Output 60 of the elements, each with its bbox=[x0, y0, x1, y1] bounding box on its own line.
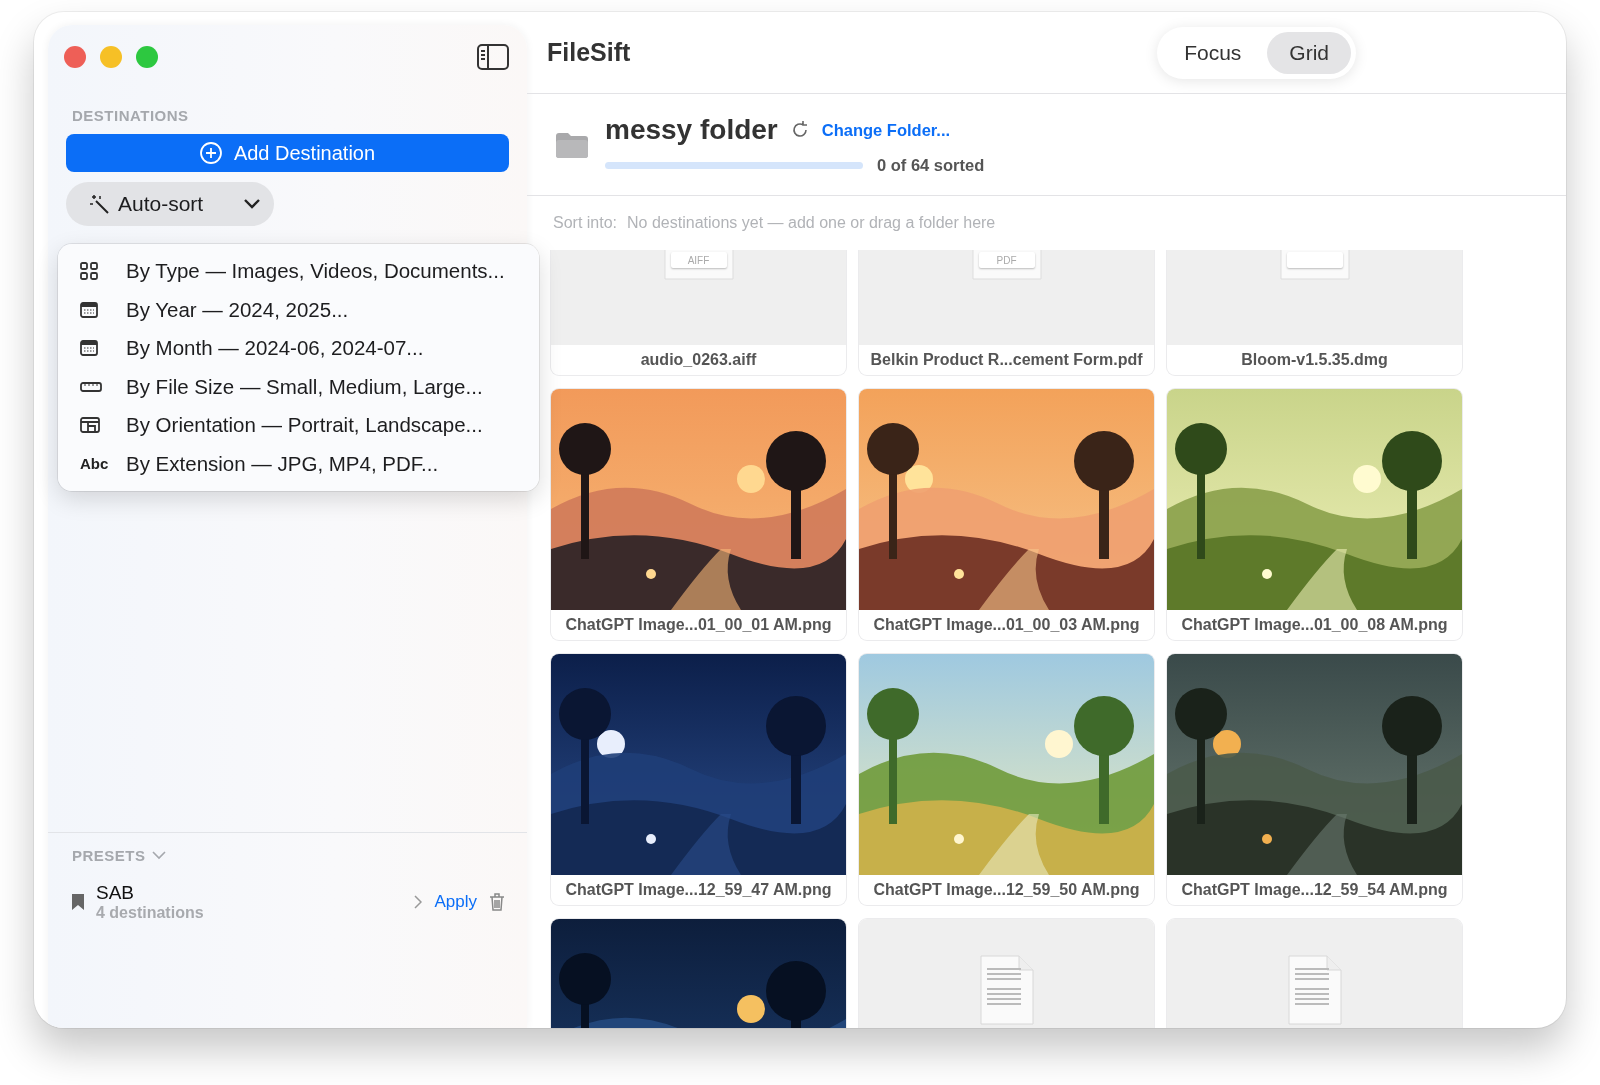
file-name: ChatGPT Image...12_59_47 AM.png bbox=[564, 880, 833, 900]
add-destination-button[interactable]: Add Destination bbox=[66, 134, 509, 172]
file-card[interactable]: ChatGPT Image...12_59_50 AM.png bbox=[859, 654, 1154, 905]
file-name: Belkin Product R...cement Form.pdf bbox=[869, 350, 1144, 370]
grid-icon bbox=[80, 262, 98, 281]
calendar-icon bbox=[80, 301, 98, 318]
menu-item[interactable]: By Type — Images, Videos, Documents... bbox=[58, 252, 539, 291]
file-name: ChatGPT Image...01_00_08 AM.png bbox=[1180, 615, 1449, 635]
file-type-badge bbox=[1286, 252, 1343, 268]
file-name: ChatGPT Image...12_59_50 AM.png bbox=[872, 880, 1141, 900]
preset-detail: 4 destinations bbox=[96, 904, 205, 922]
file-card[interactable]: ChatGPT Image...12_59_54 AM.png bbox=[1167, 654, 1462, 905]
file-card[interactable]: ChatGPT Image...12_59_47 AM.png bbox=[551, 654, 846, 905]
plus-circle-icon bbox=[199, 142, 222, 164]
magic-wand-icon bbox=[88, 193, 110, 215]
chevron-icon bbox=[244, 199, 260, 209]
file-card[interactable]: ChatGPT Image...01_00_08 AM.png bbox=[1167, 389, 1462, 640]
menu-glyph: Abc bbox=[80, 455, 109, 473]
menu-item[interactable]: By Orientation — Portrait, Landscape... bbox=[58, 406, 539, 445]
section-title: PRESETS bbox=[72, 847, 146, 864]
file-card[interactable]: ChatGPT Image...01_00_03 AM.png bbox=[859, 389, 1154, 640]
file-name: audio_0263.aiff bbox=[639, 350, 758, 370]
file-type-badge: PDF bbox=[978, 252, 1035, 268]
zoom-icon[interactable] bbox=[136, 46, 158, 68]
menu-item[interactable]: By File Size — Small, Medium, Large... bbox=[58, 367, 539, 406]
change-folder-link[interactable]: Change Folder... bbox=[821, 120, 951, 140]
app-title: FileSift bbox=[547, 38, 631, 67]
ruler-icon bbox=[80, 381, 102, 392]
menu-item[interactable]: Abc By Extension — JPG, MP4, PDF... bbox=[58, 444, 539, 483]
bookmark-icon bbox=[72, 894, 84, 910]
chevron-right-icon[interactable] bbox=[414, 895, 423, 909]
file-card[interactable]: Bloom-v1.5.35.dmg bbox=[1167, 250, 1462, 375]
apply-link[interactable]: Apply bbox=[434, 892, 477, 912]
menu-item[interactable]: By Year — 2024, 2025... bbox=[58, 290, 539, 329]
view-tab[interactable]: Focus bbox=[1162, 31, 1264, 74]
file-name: ChatGPT Image...01_00_03 AM.png bbox=[872, 615, 1141, 635]
preset-name: SAB bbox=[96, 882, 136, 904]
sort-into-label: Sort into: bbox=[553, 214, 618, 232]
auto-sort-button[interactable]: Auto-sort bbox=[66, 182, 274, 226]
view-tab[interactable]: Grid bbox=[1267, 31, 1351, 74]
section-title: DESTINATIONS bbox=[71, 107, 190, 124]
layout-icon bbox=[80, 417, 100, 434]
chevron-icon[interactable] bbox=[151, 851, 166, 860]
menu-item[interactable]: By Month — 2024-06, 2024-07... bbox=[58, 329, 539, 368]
calendar-icon bbox=[80, 340, 98, 357]
close-icon[interactable] bbox=[64, 46, 86, 68]
file-name: ChatGPT Image...01_00_01 AM.png bbox=[564, 615, 833, 635]
minimize-icon[interactable] bbox=[100, 46, 122, 68]
file-name: Bloom-v1.5.35.dmg bbox=[1240, 350, 1389, 370]
sidebar-icon[interactable] bbox=[477, 44, 509, 70]
folder-name: messy folder bbox=[605, 114, 778, 146]
file-type-badge: AIFF bbox=[670, 252, 727, 268]
file-card[interactable]: PDF Belkin Product R...cement Form.pdf bbox=[859, 250, 1154, 375]
folder-icon bbox=[555, 131, 589, 158]
progress-status: 0 of 64 sorted bbox=[877, 156, 985, 175]
file-card[interactable]: ChatGPT Image...01_00_01 AM.png bbox=[551, 389, 846, 640]
file-card[interactable]: AIFF audio_0263.aiff bbox=[551, 250, 846, 375]
sort-into-hint: No destinations yet — add one or drag a folder here bbox=[627, 214, 996, 232]
trash-icon[interactable] bbox=[489, 893, 505, 911]
file-name: ChatGPT Image...12_59_54 AM.png bbox=[1180, 880, 1449, 900]
